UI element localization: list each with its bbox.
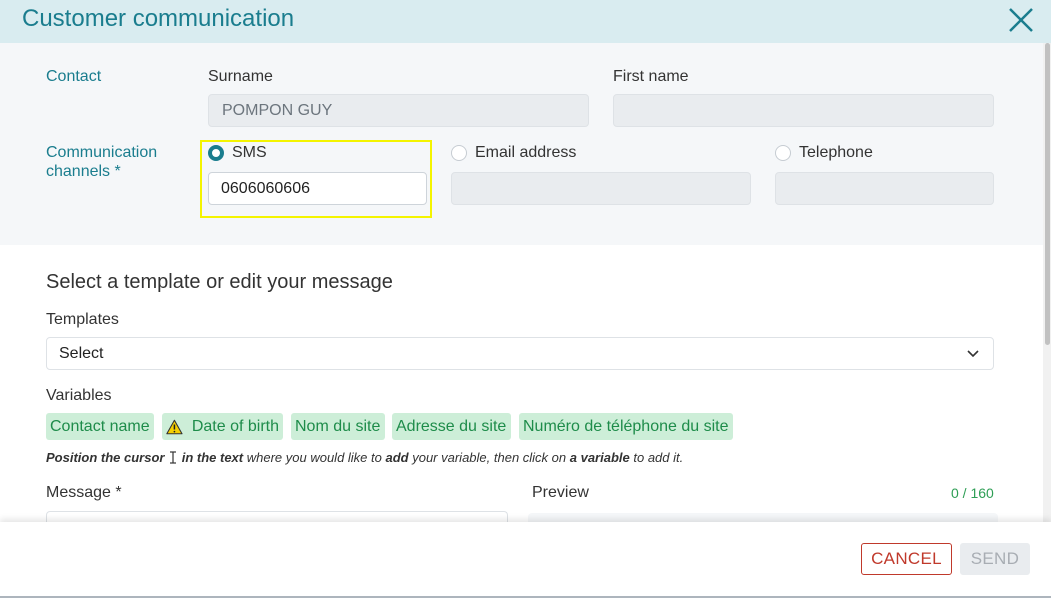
variable-chip-adresse-du-site[interactable]: Adresse du site bbox=[392, 413, 511, 440]
preview-label: Preview bbox=[532, 484, 589, 501]
templates-label: Templates bbox=[46, 311, 119, 328]
telephone-radio[interactable] bbox=[775, 145, 791, 161]
email-label: Email address bbox=[475, 144, 577, 161]
templates-select[interactable]: Select bbox=[46, 337, 994, 370]
variable-chip-telephone-du-site[interactable]: Numéro de téléphone du site bbox=[519, 413, 733, 440]
sms-radio[interactable] bbox=[208, 145, 224, 161]
close-icon bbox=[1009, 8, 1033, 32]
email-radio[interactable] bbox=[451, 145, 467, 161]
message-label: Message * bbox=[46, 484, 122, 501]
channels-section-label: Communication channels * bbox=[46, 143, 157, 181]
sms-number-field[interactable]: 0606060606 bbox=[208, 172, 427, 205]
message-section-title: Select a template or edit your message bbox=[46, 271, 393, 293]
variable-chip-label: Date of birth bbox=[191, 417, 279, 435]
surname-label: Surname bbox=[208, 68, 273, 85]
templates-select-value: Select bbox=[59, 344, 104, 362]
chevron-down-icon bbox=[967, 350, 979, 358]
telephone-label: Telephone bbox=[799, 144, 873, 161]
firstname-label: First name bbox=[613, 68, 689, 85]
channels-label-line1: Communication bbox=[46, 144, 158, 161]
channels-label-line2: channels * bbox=[46, 163, 121, 180]
sms-label: SMS bbox=[232, 144, 267, 161]
text-cursor-icon bbox=[170, 451, 177, 464]
surname-field[interactable]: POMPON GUY bbox=[208, 94, 589, 127]
variable-chip-nom-du-site[interactable]: Nom du site bbox=[291, 413, 385, 440]
variable-chip-date-of-birth[interactable]: Date of birth bbox=[162, 413, 283, 440]
send-button[interactable]: SEND bbox=[960, 543, 1030, 575]
variables-hint: Position the cursor in the text where yo… bbox=[46, 450, 684, 465]
character-counter: 0 / 160 bbox=[951, 485, 994, 501]
email-field[interactable] bbox=[451, 172, 751, 205]
close-button[interactable] bbox=[1005, 5, 1037, 37]
dialog-header: Customer communication bbox=[0, 0, 1051, 43]
contact-section-label: Contact bbox=[46, 68, 102, 85]
cancel-button[interactable]: CANCEL bbox=[861, 543, 952, 575]
variable-chip-contact-name[interactable]: Contact name bbox=[46, 413, 154, 440]
variable-chip-label: Nom du site bbox=[295, 417, 381, 435]
variable-chip-label: Numéro de téléphone du site bbox=[523, 417, 729, 435]
variable-chip-label: Contact name bbox=[50, 417, 150, 435]
telephone-field[interactable] bbox=[775, 172, 994, 205]
warning-icon bbox=[166, 419, 183, 434]
variable-chip-label: Adresse du site bbox=[396, 417, 507, 435]
dialog-title: Customer communication bbox=[22, 5, 295, 32]
scrollbar-thumb[interactable] bbox=[1045, 43, 1050, 345]
variables-label: Variables bbox=[46, 387, 112, 404]
dialog-footer: CANCEL SEND bbox=[0, 522, 1051, 598]
firstname-field[interactable] bbox=[613, 94, 994, 127]
